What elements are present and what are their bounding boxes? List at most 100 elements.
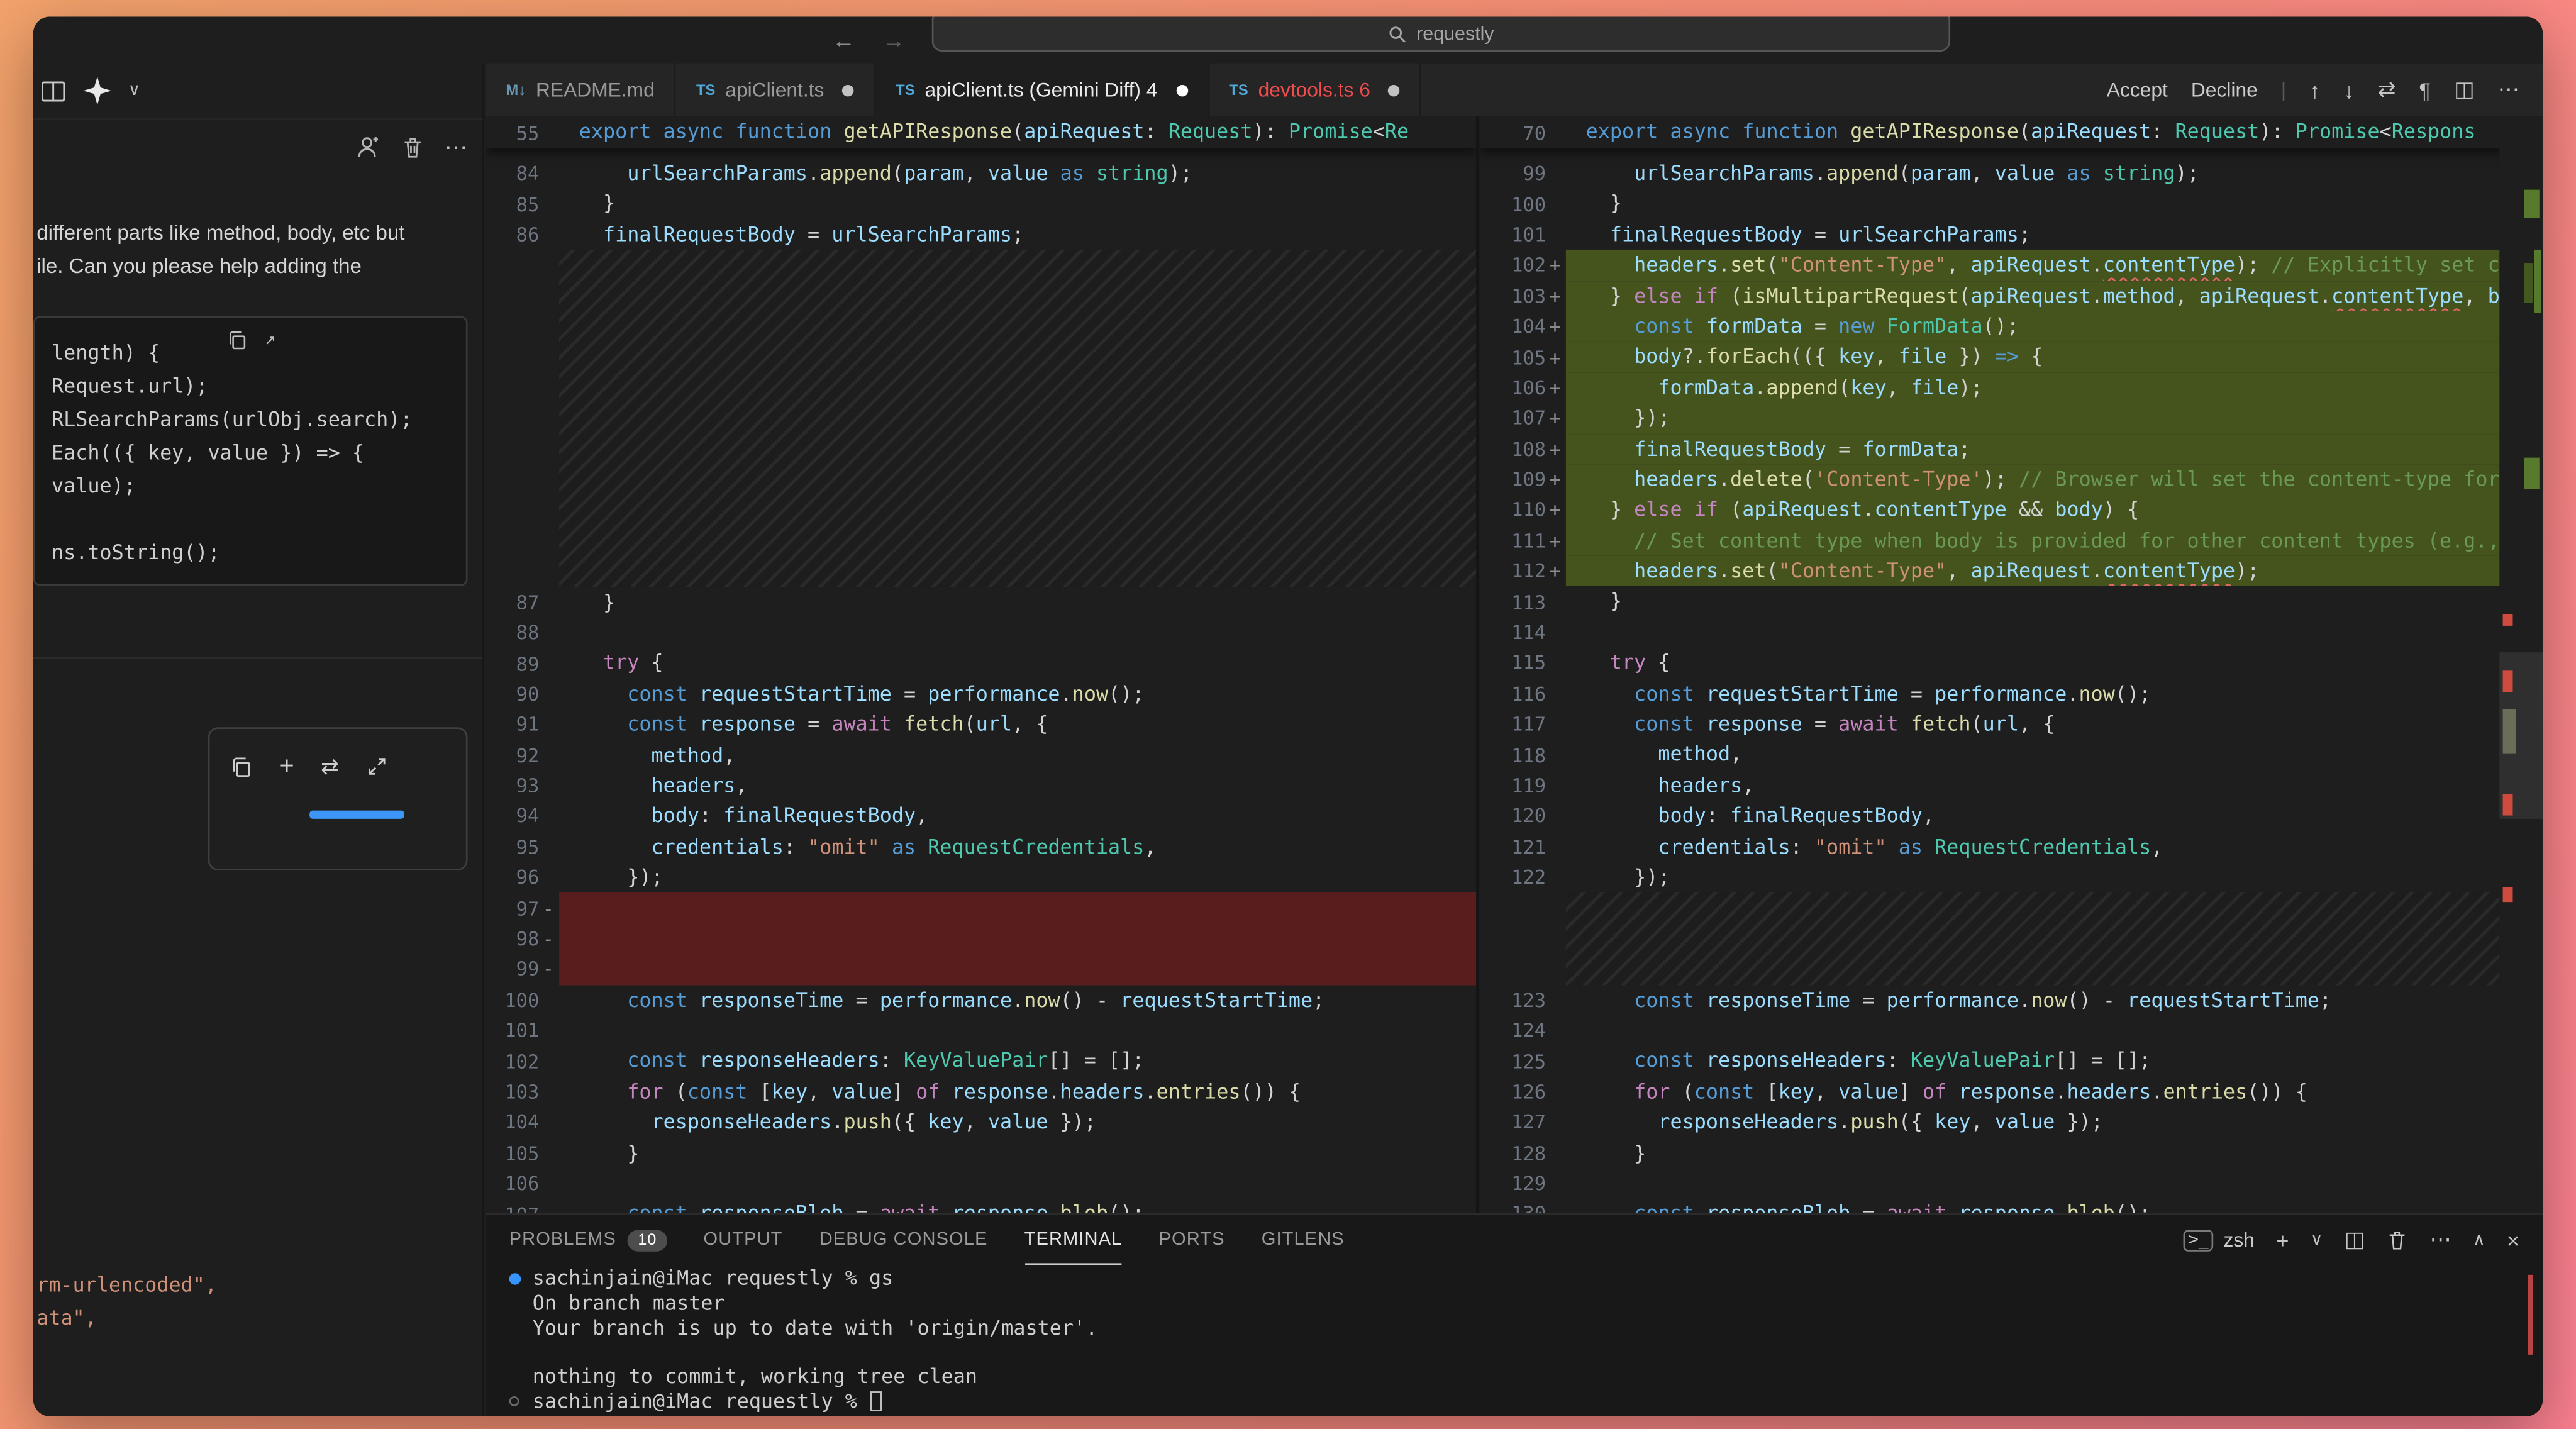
diff-row[interactable]: 130 const responseBlob = await response.… [1479,1199,2543,1213]
minimap[interactable] [2499,116,2543,1213]
nav-forward-icon[interactable]: → [882,26,905,53]
editor-tab[interactable]: TSapiClient.ts [676,64,875,117]
diff-row[interactable]: 99 urlSearchParams.append(param, value a… [1479,158,2543,189]
diff-row[interactable]: 116 const requestStartTime = performance… [1479,679,2543,709]
diff-row[interactable]: 94 body: finalRequestBody, [486,801,1476,832]
diff-row[interactable]: 128 } [1479,1138,2543,1169]
previous-change-icon[interactable]: ↑ [2309,77,2320,103]
terminal-command-decoration[interactable] [509,1273,521,1285]
diff-row[interactable]: 84 urlSearchParams.append(param, value a… [486,158,1476,189]
split-terminal-icon[interactable]: ◫ [2345,1226,2365,1253]
panel-tab-gitlens[interactable]: GITLENS [1262,1215,1345,1265]
diff-row[interactable]: 124 [1479,1015,2543,1046]
toggle-whitespace-icon[interactable]: ¶ [2419,77,2431,103]
nav-back-icon[interactable]: ← [832,26,855,53]
diff-row[interactable]: 129 [1479,1168,2543,1199]
decline-button[interactable]: Decline [2191,78,2258,101]
panel-tab-ports[interactable]: PORTS [1159,1215,1225,1265]
diff-row[interactable]: 114 [1479,617,2543,648]
diff-row[interactable]: 89 try { [486,648,1476,679]
editor-tab[interactable]: TSapiClient.ts (Gemini Diff) 4 [875,64,1209,117]
open-in-editor-icon[interactable]: ↗ [265,323,276,356]
diff-row[interactable]: 91 const response = await fetch(url, { [486,709,1476,740]
diff-row[interactable]: 109+ headers.delete('Content-Type'); // … [1479,464,2543,495]
diff-row[interactable]: 110+ } else if (apiRequest.contentType &… [1479,495,2543,526]
compare-icon[interactable]: ⇄ [321,753,339,779]
diff-row[interactable]: 113 } [1479,587,2543,618]
command-center[interactable]: requestly [932,16,1950,52]
share-profile-icon[interactable] [356,135,381,160]
editor-tab[interactable]: M↓README.md [486,64,677,117]
diff-row[interactable]: 98- [486,923,1476,954]
diff-row[interactable]: 92 method, [486,740,1476,770]
more-actions-icon[interactable]: ⋯ [2498,77,2519,103]
diff-original-pane[interactable]: 55 export async function getAPIResponse(… [486,116,1476,1213]
close-panel-icon[interactable]: × [2507,1227,2519,1252]
diff-row[interactable]: 85 } [486,189,1476,220]
diff-row[interactable]: 108+ finalRequestBody = formData; [1479,433,2543,464]
more-actions-icon[interactable]: ⋯ [444,133,469,162]
diff-row[interactable]: 105 } [486,1138,1476,1169]
diff-row[interactable]: 87 } [486,587,1476,618]
diff-row[interactable]: 103+ } else if (isMultipartRequest(apiRe… [1479,281,2543,311]
diff-row[interactable]: 99- [486,954,1476,985]
new-terminal-icon[interactable]: + [2276,1227,2289,1252]
copy-icon[interactable] [226,329,248,350]
shell-selector[interactable]: >_ zsh [2184,1228,2255,1252]
accept-button[interactable]: Accept [2107,78,2168,101]
diff-row[interactable]: 120 body: finalRequestBody, [1479,801,2543,831]
diff-row[interactable]: 102+ headers.set("Content-Type", apiRequ… [1479,250,2543,281]
insert-icon[interactable]: + [280,752,294,781]
diff-row[interactable]: 97- [486,892,1476,923]
diff-row[interactable]: 101 [486,1015,1476,1046]
diff-row[interactable]: 100 const responseTime = performance.now… [486,984,1476,1015]
editor-layout-icon[interactable] [40,77,67,104]
kill-terminal-icon[interactable] [2387,1228,2408,1252]
diff-row[interactable]: 125 const responseHeaders: KeyValuePair[… [1479,1046,2543,1077]
terminal[interactable]: sachinjain@iMac requestly % gsOn branch … [509,1267,2503,1413]
diff-row[interactable]: 107 const responseBlob = await response.… [486,1199,1476,1213]
panel-tab-terminal[interactable]: TERMINAL [1024,1215,1123,1265]
next-change-icon[interactable]: ↓ [2343,77,2354,103]
diff-row[interactable]: 95 credentials: "omit" as RequestCredent… [486,831,1476,862]
diff-row[interactable]: 122 }); [1479,862,2543,893]
swap-sides-icon[interactable]: ⇄ [2378,77,2396,103]
diff-row[interactable]: 111+ // Set content type when body is pr… [1479,525,2543,556]
diff-row[interactable]: 100 } [1479,189,2543,220]
split-editor-icon[interactable]: ◫ [2454,77,2475,103]
more-actions-icon[interactable]: ⋯ [2429,1226,2451,1253]
diff-row[interactable]: 102 const responseHeaders: KeyValuePair[… [486,1046,1476,1077]
diff-row[interactable]: 127 responseHeaders.push({ key, value })… [1479,1107,2543,1138]
diff-row[interactable]: 123 const responseTime = performance.now… [1479,984,2543,1015]
launch-profile-chevron-icon[interactable]: ∨ [2311,1231,2323,1249]
diff-row[interactable]: 121 credentials: "omit" as RequestCreden… [1479,831,2543,862]
diff-row[interactable]: 88 [486,618,1476,648]
diff-row[interactable]: 118 method, [1479,740,2543,770]
diff-row[interactable]: 104 responseHeaders.push({ key, value })… [486,1107,1476,1138]
editor-tab[interactable]: TSdevtools.ts 6 [1209,64,1422,117]
diff-row[interactable]: 107+ }); [1479,403,2543,434]
diff-row[interactable]: 93 headers, [486,770,1476,801]
diff-row[interactable]: 106+ formData.append(key, file); [1479,372,2543,403]
diff-row[interactable]: 115 try { [1479,648,2543,679]
expand-icon[interactable] [365,755,387,777]
diff-modified-pane[interactable]: 70 export async function getAPIResponse(… [1479,116,2543,1213]
terminal-command-decoration[interactable] [509,1396,519,1406]
maximize-panel-icon[interactable]: ∧ [2473,1231,2485,1249]
diff-row[interactable]: 103 for (const [key, value] of response.… [486,1076,1476,1107]
diff-row[interactable]: 126 for (const [key, value] of response.… [1479,1076,2543,1107]
diff-row[interactable]: 117 const response = await fetch(url, { [1479,709,2543,740]
diff-row[interactable]: 104+ const formData = new FormData(); [1479,311,2543,342]
diff-row[interactable]: 101 finalRequestBody = urlSearchParams; [1479,220,2543,250]
trash-icon[interactable] [401,135,425,160]
diff-row[interactable]: 96 }); [486,862,1476,893]
diff-row[interactable]: 86 finalRequestBody = urlSearchParams; [486,220,1476,250]
sparkle-icon[interactable] [83,77,111,105]
panel-tab-debug-console[interactable]: DEBUG CONSOLE [819,1215,988,1265]
diff-row[interactable]: 105+ body?.forEach(({ key, file }) => { [1479,342,2543,372]
diff-row[interactable]: 106 [486,1168,1476,1199]
diff-row[interactable]: 119 headers, [1479,770,2543,801]
chevron-down-icon[interactable]: ∨ [128,82,140,100]
diff-row[interactable]: 90 const requestStartTime = performance.… [486,679,1476,709]
diff-row[interactable]: 112+ headers.set("Content-Type", apiRequ… [1479,556,2543,587]
